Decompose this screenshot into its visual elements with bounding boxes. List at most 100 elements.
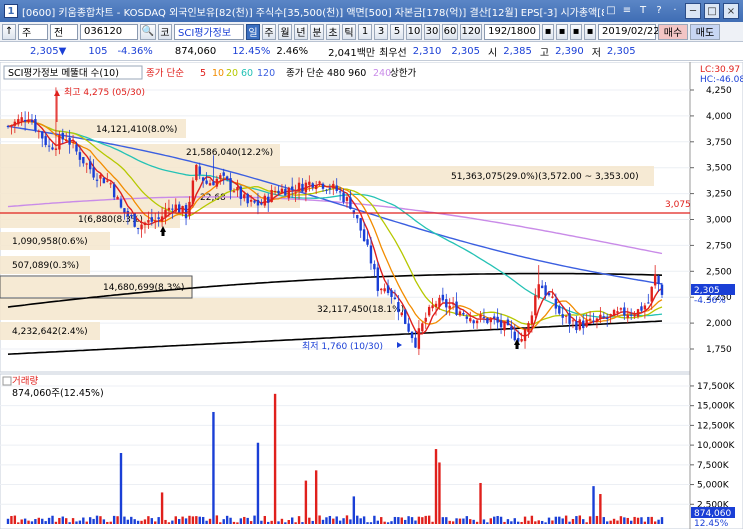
candle-body xyxy=(61,133,64,140)
volume-bar xyxy=(575,516,578,524)
tab-weekly[interactable]: 주 xyxy=(262,23,276,40)
trade-amount: 2,041백만 xyxy=(328,48,376,59)
stock-code-input[interactable]: 036120 xyxy=(80,23,138,40)
chart-area[interactable]: 14,121,410(8.0%) 21,586,040(12.2%) 51,363,… xyxy=(0,61,743,529)
volume-bar xyxy=(616,520,619,524)
maximize-button[interactable]: □ xyxy=(704,3,720,19)
candle-body xyxy=(540,285,544,289)
interval-5[interactable]: 5 xyxy=(390,23,404,40)
dot-icon[interactable]: · xyxy=(668,3,682,17)
volume-bar xyxy=(636,517,640,524)
candle-body xyxy=(20,117,23,122)
candle-body xyxy=(445,299,448,308)
volume-bar xyxy=(493,516,496,524)
text-icon[interactable]: T xyxy=(636,3,650,17)
search-icon[interactable]: 🔍 xyxy=(140,23,156,40)
candle-body xyxy=(284,188,287,196)
price-change-pct: -4.36% xyxy=(117,46,153,57)
minimize-button[interactable]: ─ xyxy=(685,3,701,19)
candle-body xyxy=(201,177,205,181)
volume-bar xyxy=(297,516,301,524)
tab-minute[interactable]: 분 xyxy=(310,23,324,40)
open-label: 시 xyxy=(488,48,498,59)
period-select[interactable]: 주 xyxy=(18,23,48,40)
buy-button[interactable]: 매수 xyxy=(658,23,688,40)
menu-icon[interactable]: ≡ xyxy=(620,3,634,17)
volume-bar xyxy=(82,517,85,524)
volume-bar xyxy=(178,519,181,524)
volume-bar xyxy=(657,519,660,524)
tool-icon-2[interactable]: ▪ xyxy=(556,23,568,40)
volume-bar xyxy=(92,518,95,524)
volume-bar xyxy=(558,516,561,524)
close-button[interactable]: × xyxy=(723,3,739,19)
volume-bar xyxy=(434,449,438,524)
volume-bar xyxy=(619,516,623,524)
interval-30[interactable]: 30 xyxy=(424,23,440,40)
volume-bar xyxy=(51,515,54,524)
volume-bar xyxy=(54,521,58,524)
low-price: 2,305 xyxy=(606,46,636,57)
layout-icon[interactable]: □ xyxy=(604,3,618,17)
interval-60[interactable]: 60 xyxy=(442,23,458,40)
volume-bar xyxy=(352,496,356,524)
interval-1[interactable]: 1 xyxy=(358,23,372,40)
volume-bar xyxy=(321,519,325,524)
volume-value: 874,060 xyxy=(174,46,217,57)
candle-body xyxy=(373,263,376,270)
interval-3[interactable]: 3 xyxy=(374,23,388,40)
tab-daily[interactable]: 일 xyxy=(246,23,260,40)
candle-body xyxy=(506,319,510,326)
tab-tick[interactable]: 틱 xyxy=(342,23,356,40)
tool-icon-4[interactable]: ▪ xyxy=(584,23,596,40)
candle-body xyxy=(184,205,188,219)
price-tick-label: 3,750 xyxy=(706,138,732,148)
tab-monthly[interactable]: 월 xyxy=(278,23,292,40)
tool-icon-1[interactable]: ▪ xyxy=(542,23,554,40)
candle-body xyxy=(462,312,465,315)
window-number-icon[interactable]: 1 xyxy=(4,4,18,18)
candle-body xyxy=(198,166,201,175)
interval-10[interactable]: 10 xyxy=(406,23,422,40)
tool-icon-3[interactable]: ▪ xyxy=(570,23,582,40)
volume-bar xyxy=(448,520,451,524)
candle-body xyxy=(130,215,133,217)
candle-body xyxy=(479,314,482,318)
volume-bar xyxy=(20,519,23,524)
date-field[interactable]: 2019/02/22 xyxy=(598,23,660,40)
candle-body xyxy=(147,220,150,223)
sell-button[interactable]: 매도 xyxy=(690,23,720,40)
volume-bar xyxy=(424,515,427,524)
interval-120[interactable]: 120 xyxy=(460,23,482,40)
volume-profile-label: 32,117,450(18.1%) xyxy=(317,305,404,315)
candle-body xyxy=(178,204,181,213)
mode-select[interactable]: 전 xyxy=(50,23,78,40)
candle-body xyxy=(119,199,123,208)
candle-body xyxy=(489,318,492,323)
candle-body xyxy=(95,179,99,181)
volume-tick-label: 7,500K xyxy=(697,461,730,471)
kind-button[interactable]: 코 xyxy=(158,23,172,40)
candle-body xyxy=(366,239,369,245)
toolbar: ↑ 주 전 036120 🔍 코 SCI평가정보 일 주 월 년 분 초 틱 1… xyxy=(0,22,743,42)
volume-bar xyxy=(229,517,232,524)
volume-bar xyxy=(564,515,568,524)
candle-body xyxy=(335,185,338,191)
volume-bar xyxy=(27,520,30,524)
tab-yearly[interactable]: 년 xyxy=(294,23,308,40)
candle-body xyxy=(640,306,643,311)
volume-bar xyxy=(126,519,130,524)
volume-bar xyxy=(369,522,373,524)
volume-bar xyxy=(647,516,650,524)
legend-ma20: 20 xyxy=(226,68,238,79)
help-icon[interactable]: ? xyxy=(652,3,666,17)
tab-second[interactable]: 초 xyxy=(326,23,340,40)
volume-bar xyxy=(462,518,465,524)
market-toggle[interactable]: ↑ xyxy=(2,23,16,40)
volume-bar xyxy=(660,517,664,524)
candle-body xyxy=(222,172,225,176)
volume-profile-label: 1,090,958(0.6%) xyxy=(12,237,88,247)
data-count-field[interactable]: 192/1800 xyxy=(484,23,540,40)
price-chart[interactable]: 14,121,410(8.0%) 21,586,040(12.2%) 51,363,… xyxy=(0,61,743,529)
volume-bar xyxy=(400,517,403,524)
